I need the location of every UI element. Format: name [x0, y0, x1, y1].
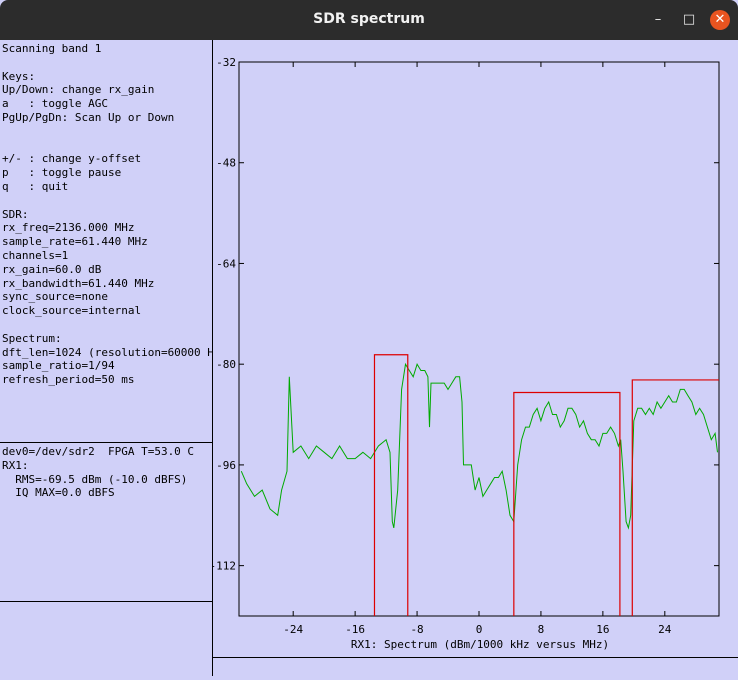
x-tick-label: -16	[345, 623, 365, 636]
y-tick-label: -64	[216, 257, 236, 270]
title-bar[interactable]: SDR spectrum – □ ✕	[0, 0, 738, 40]
y-tick-label: -32	[216, 56, 236, 69]
window-title: SDR spectrum	[313, 11, 425, 27]
text-line: rx_gain=60.0 dB	[2, 262, 102, 276]
plot-frame	[238, 61, 720, 617]
text-line: Keys:	[2, 69, 36, 83]
text-line: dft_len=1024 (resolution=60000 Hz)	[2, 345, 228, 359]
text-line: RMS=-69.5 dBm (-10.0 dBFS)	[2, 472, 188, 486]
status-panel: dev0=/dev/sdr2 FPGA T=53.0 C RX1: RMS=-69…	[0, 443, 212, 601]
text-line	[2, 56, 227, 70]
x-tick-label: -8	[410, 623, 423, 636]
text-line	[2, 139, 227, 153]
x-tick-label: 24	[658, 623, 672, 636]
status-text: dev0=/dev/sdr2 FPGA T=53.0 C RX1: RMS=-69…	[2, 445, 194, 500]
text-line: dev0=/dev/sdr2 FPGA T=53.0 C	[2, 445, 195, 458]
x-tick-label: 8	[538, 623, 545, 636]
text-line: sample_ratio=1/94	[2, 359, 115, 373]
text-line: channels=1	[2, 248, 69, 262]
x-tick-label: 16	[596, 623, 609, 636]
text-line	[2, 125, 227, 139]
y-tick-label: -96	[216, 459, 236, 472]
text-line: SDR:	[2, 207, 29, 221]
x-tick-label: -24	[283, 623, 303, 636]
text-line: rx_bandwidth=61.440 MHz	[2, 276, 155, 290]
text-line: PgUp/PgDn: Scan Up or Down	[2, 110, 175, 124]
text-line: Up/Down: change rx_gain	[2, 83, 155, 97]
y-tick-label: -80	[216, 358, 236, 371]
text-line: +/- : change y-offset	[2, 152, 142, 166]
x-tick-label: 0	[476, 623, 483, 636]
minimize-button[interactable]: –	[648, 10, 668, 30]
y-tick-label: -48	[216, 157, 236, 170]
text-line	[2, 318, 227, 332]
text-line: Scanning band 1	[2, 42, 102, 55]
text-line: p : toggle pause	[2, 166, 122, 180]
divider	[213, 657, 738, 658]
text-line: RX1:	[2, 458, 29, 472]
text-line: q : quit	[2, 179, 69, 193]
empty-panel	[0, 602, 212, 676]
close-button[interactable]: ✕	[710, 10, 730, 30]
text-line: a : toggle AGC	[2, 97, 108, 111]
text-line: clock_source=internal	[2, 304, 142, 318]
text-line: rx_freq=2136.000 MHz	[2, 221, 135, 235]
text-line	[2, 194, 227, 208]
maximize-button[interactable]: □	[679, 10, 699, 30]
text-line: refresh_period=50 ms	[2, 373, 135, 387]
spectrum-panel: RX1: Spectrum (dBm/1000 kHz versus MHz) …	[210, 40, 738, 676]
close-icon: ✕	[714, 12, 726, 27]
spectrum-chart: RX1: Spectrum (dBm/1000 kHz versus MHz) …	[210, 56, 720, 651]
text-line: sample_rate=61.440 MHz	[2, 235, 148, 249]
y-tick-label: -112	[213, 560, 236, 573]
info-panel: Scanning band 1 Keys: Up/Down: change rx_…	[0, 40, 227, 442]
text-line: Spectrum:	[2, 331, 62, 345]
x-axis-label: RX1: Spectrum (dBm/1000 kHz versus MHz)	[351, 638, 609, 651]
text-line: IQ MAX=0.0 dBFS	[2, 486, 115, 500]
text-line: sync_source=none	[2, 290, 108, 304]
info-text: Scanning band 1 Keys: Up/Down: change rx_…	[2, 42, 227, 387]
